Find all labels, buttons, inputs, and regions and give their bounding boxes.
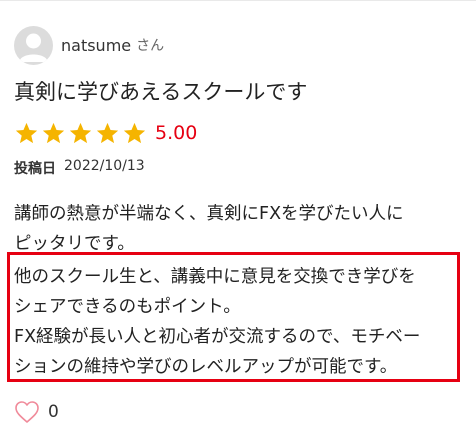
posted-date-row: 投稿日 2022/10/13 xyxy=(14,158,145,178)
highlight-line: ションの維持や学びのレベルアップが可能です。 xyxy=(14,357,398,377)
posted-date: 2022/10/13 xyxy=(64,158,145,174)
star-rating xyxy=(14,121,149,146)
review-body-line: 講師の熱意が半端なく、真剣にFXを学びたい人に xyxy=(14,204,404,224)
reviewer-honorific: さん xyxy=(136,38,165,54)
reviewer-name: natsume xyxy=(61,35,132,55)
star-icon xyxy=(96,122,119,143)
heart-icon[interactable] xyxy=(14,400,40,424)
highlight-line: シェアできるのもポイント。 xyxy=(14,297,241,317)
like-button[interactable]: 0 xyxy=(14,400,59,424)
reviewer-info: natsume さん xyxy=(14,25,164,65)
posted-label: 投稿日 xyxy=(14,161,56,177)
user-icon xyxy=(19,33,48,62)
top-divider xyxy=(0,0,476,1)
avatar xyxy=(14,25,53,65)
highlighted-passage: 他のスクール生と、講義中に意見を交換でき学びを シェアできるのもポイント。 FX… xyxy=(7,252,460,382)
like-count: 0 xyxy=(48,402,59,422)
star-icon xyxy=(42,122,65,143)
review-title: 真剣に学びあえるスクールです xyxy=(14,80,308,104)
review-body: 講師の熱意が半端なく、真剣にFXを学びたい人に ピッタリです。 xyxy=(14,199,464,259)
star-icon xyxy=(123,122,146,143)
highlight-line: 他のスクール生と、講義中に意見を交換でき学びを xyxy=(14,267,416,287)
rating: 5.00 xyxy=(14,119,197,147)
rating-value: 5.00 xyxy=(155,122,198,144)
highlight-line: FX経験が長い人と初心者が交流するので、モチベー xyxy=(14,327,421,347)
star-icon xyxy=(15,122,38,143)
star-icon xyxy=(69,122,92,143)
